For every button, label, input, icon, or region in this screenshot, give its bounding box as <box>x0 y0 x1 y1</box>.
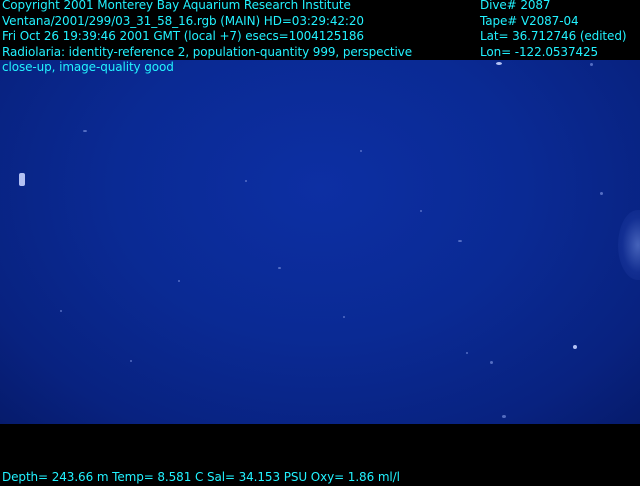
particle <box>343 316 345 318</box>
particle <box>245 180 247 182</box>
particle <box>496 62 502 65</box>
overlay-copyright: Copyright 2001 Monterey Bay Aquarium Res… <box>2 0 351 12</box>
particle <box>590 63 593 66</box>
radiolarian-glow <box>618 210 640 280</box>
particle <box>600 192 603 195</box>
particle <box>278 267 281 269</box>
overlay-annotation: Radiolaria: identity-reference 2, popula… <box>2 44 413 59</box>
particle <box>60 310 62 312</box>
particle <box>466 352 468 354</box>
particle <box>502 415 506 418</box>
particle <box>420 210 422 212</box>
particle <box>458 240 462 242</box>
particle <box>19 173 25 186</box>
underwater-video-image <box>0 60 640 424</box>
overlay-longitude: Lon= -122.0537425 <box>480 44 599 59</box>
particle <box>130 360 132 362</box>
overlay-file-info: Ventana/2001/299/03_31_58_16.rgb (MAIN) … <box>2 13 364 28</box>
video-frame: Copyright 2001 Monterey Bay Aquarium Res… <box>0 0 640 486</box>
overlay-tape-number: Tape# V2087-04 <box>480 13 579 28</box>
overlay-latitude: Lat= 36.712746 (edited) <box>480 29 627 43</box>
particle <box>178 280 180 282</box>
overlay-sensor-readout: Depth= 243.66 m Temp= 8.581 C Sal= 34.15… <box>2 470 400 484</box>
overlay-dive-number: Dive# 2087 <box>480 0 551 12</box>
overlay-right-block: Dive# 2087 Tape# V2087-04 Lat= 36.712746… <box>480 0 627 60</box>
overlay-annotation-cont: close-up, image-quality good <box>2 60 174 74</box>
particle <box>573 345 577 349</box>
particle <box>490 361 493 364</box>
overlay-left-block: Copyright 2001 Monterey Bay Aquarium Res… <box>2 0 412 76</box>
overlay-timestamp: Fri Oct 26 19:39:46 2001 GMT (local +7) … <box>2 29 364 43</box>
particle <box>360 150 362 152</box>
particle <box>83 130 87 132</box>
